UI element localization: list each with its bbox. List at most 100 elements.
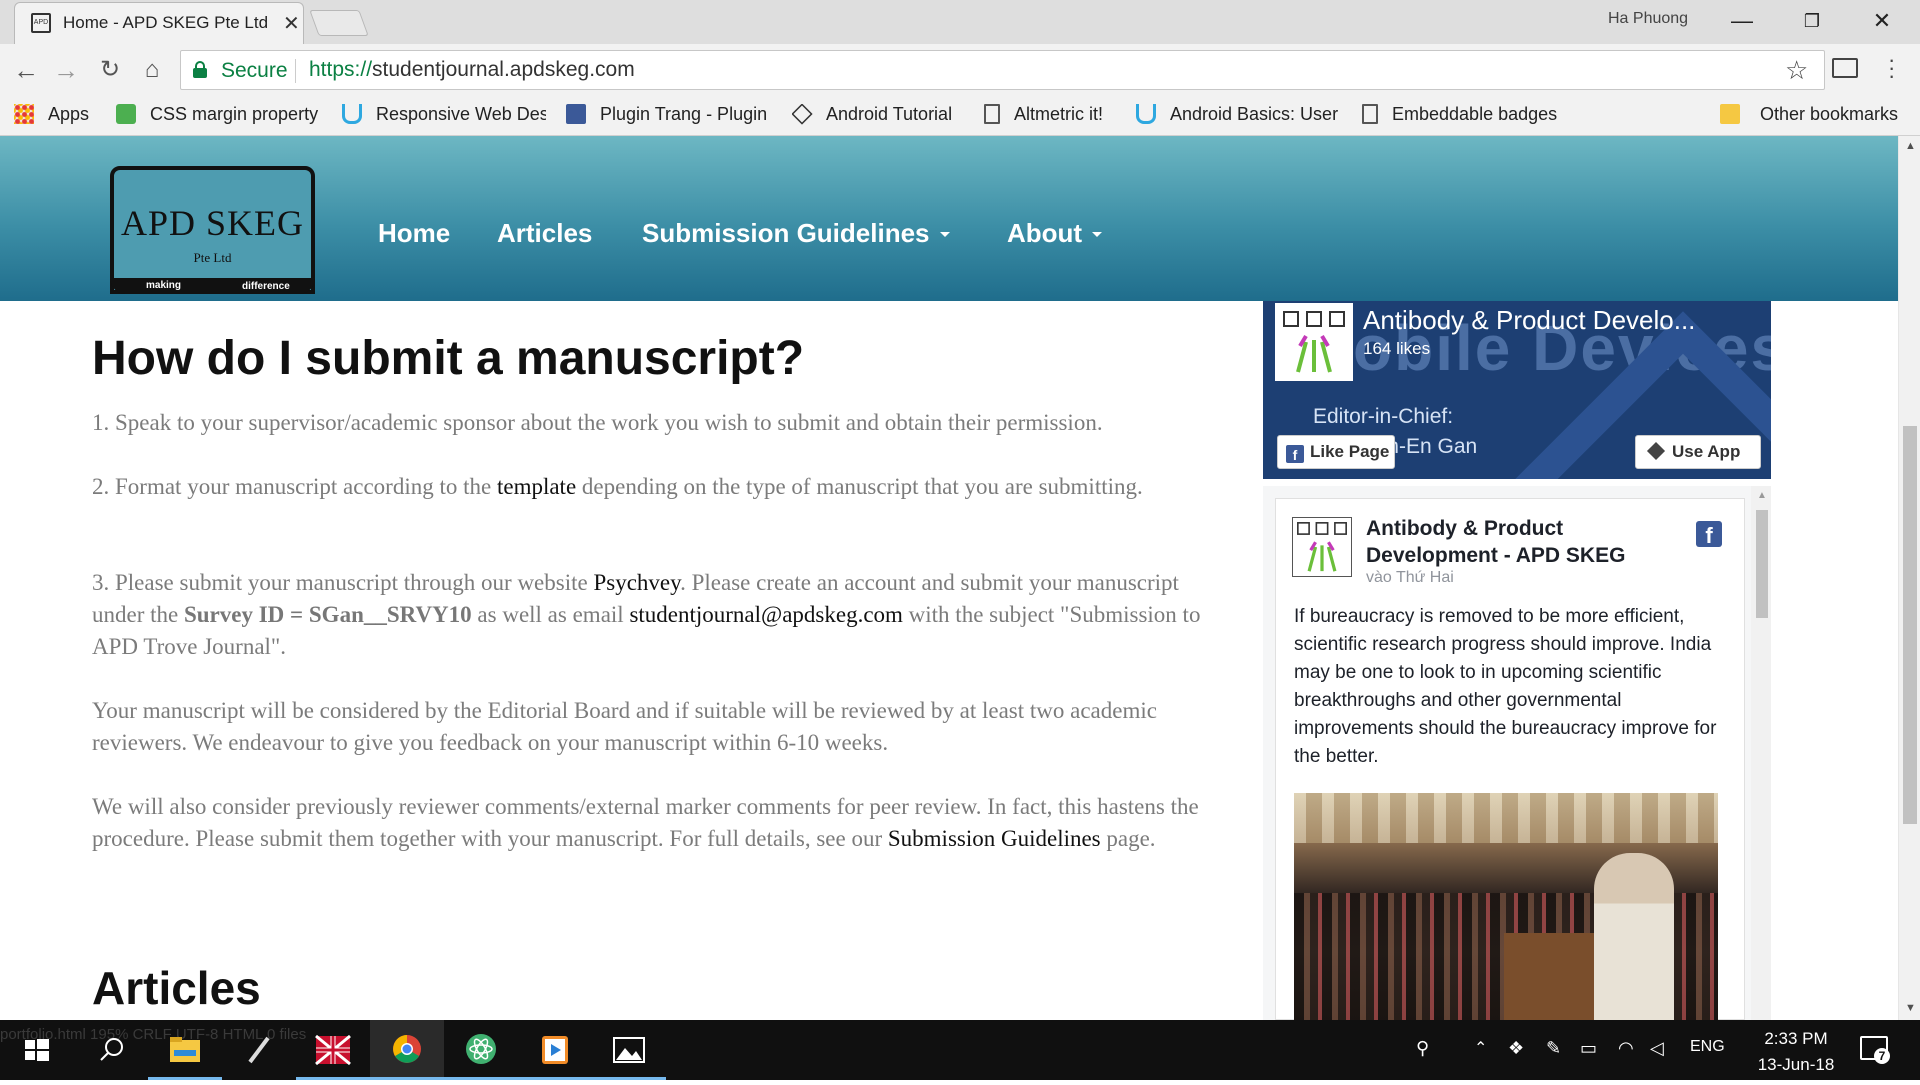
site-header: APD SKEG Pte Ltd making difference Home …: [0, 136, 1898, 301]
udacity-icon: [342, 104, 362, 124]
post-author[interactable]: Antibody & Product Development - APD SKE…: [1366, 515, 1696, 569]
post-photo[interactable]: [1294, 793, 1718, 1020]
post-avatar[interactable]: [1292, 517, 1352, 577]
facebook-icon: [566, 104, 586, 124]
search-icon[interactable]: [74, 1020, 148, 1080]
bookmark-plugin-trang[interactable]: Plugin Trang - Plugin: [566, 104, 770, 128]
people-icon[interactable]: ⚲: [1416, 1038, 1429, 1059]
review-text: Your manuscript will be considered by th…: [92, 698, 1157, 755]
back-icon[interactable]: ←: [8, 52, 44, 88]
facebook-page-name[interactable]: Antibody & Product Develo...: [1363, 305, 1695, 336]
restore-icon[interactable]: ❐: [1782, 4, 1842, 38]
scroll-up-icon[interactable]: ▲: [1757, 490, 1767, 501]
scroll-down-icon[interactable]: ▼: [1905, 1002, 1916, 1014]
notifications-icon[interactable]: 7: [1860, 1036, 1890, 1064]
page-icon: [1362, 104, 1378, 124]
like-page-button[interactable]: f Like Page: [1277, 435, 1395, 469]
translator-icon[interactable]: [296, 1020, 370, 1080]
scrollbar-thumb[interactable]: [1756, 510, 1768, 618]
battery-icon[interactable]: ▭: [1580, 1038, 1597, 1059]
photos-icon[interactable]: [592, 1020, 666, 1080]
address-bar[interactable]: Secure https://studentjournal.apdskeg.co…: [180, 50, 1825, 90]
submission-guidelines-link[interactable]: Submission Guidelines: [888, 826, 1101, 851]
bookmark-embeddable-badges[interactable]: Embeddable badges: [1362, 104, 1572, 128]
new-tab-button[interactable]: [309, 10, 369, 36]
nav-submission-guidelines[interactable]: Submission Guidelines: [642, 218, 950, 249]
bookmark-label: Embeddable badges: [1392, 104, 1558, 124]
bookmark-other[interactable]: Other bookmarks: [1720, 104, 1912, 128]
bookmark-android-tutorial[interactable]: Android Tutorial: [792, 104, 974, 128]
bookmark-label: Responsive Web Des: [376, 104, 546, 124]
bookmark-altmetric[interactable]: Altmetric it!: [984, 104, 1118, 128]
post-time[interactable]: vào Thứ Hai: [1366, 569, 1454, 587]
pen-icon[interactable]: ✎: [1546, 1038, 1561, 1059]
pen-tool-icon[interactable]: [222, 1020, 296, 1080]
page-scrollbar[interactable]: ▲ ▼: [1898, 136, 1920, 1020]
bookmark-android-basics[interactable]: Android Basics: User: [1136, 104, 1338, 128]
url-text[interactable]: https://studentjournal.apdskeg.com: [309, 58, 635, 82]
file-explorer-icon[interactable]: [148, 1020, 222, 1080]
email-link[interactable]: studentjournal@apdskeg.com: [629, 602, 902, 627]
profile-name[interactable]: Ha Phuong: [1608, 10, 1688, 28]
step-2-before: 2. Format your manuscript according to t…: [92, 474, 497, 499]
media-player-icon[interactable]: [518, 1020, 592, 1080]
chevron-down-icon: [939, 232, 950, 237]
nav-about[interactable]: About: [1007, 218, 1103, 249]
clock-time: 2:33 PM: [1764, 1029, 1828, 1048]
step-3-before: 3. Please submit your manuscript through…: [92, 570, 594, 595]
chevron-up-icon[interactable]: ⌃: [1474, 1038, 1487, 1058]
windows-taskbar: portfolio.html 195% CRLF UTF-8 HTML 0 fi…: [0, 1020, 1920, 1080]
browser-chrome: APD Home - APD SKEG Pte Ltd ✕ Ha Phuong …: [0, 0, 1920, 136]
bookmark-label: Other bookmarks: [1760, 104, 1899, 124]
app-cube-icon: [1646, 441, 1666, 461]
facebook-scrollbar[interactable]: ▲: [1751, 486, 1771, 1020]
dropbox-icon[interactable]: ❖: [1508, 1038, 1524, 1059]
scroll-up-icon[interactable]: ▲: [1905, 140, 1916, 152]
start-button[interactable]: [0, 1020, 74, 1080]
use-app-button[interactable]: Use App: [1635, 435, 1761, 469]
atom-editor-icon[interactable]: [444, 1020, 518, 1080]
forward-icon[interactable]: →: [48, 52, 84, 88]
use-app-label: Use App: [1672, 442, 1741, 461]
logo-word-left: making: [146, 280, 182, 291]
nav-home[interactable]: Home: [378, 218, 450, 249]
facebook-likes: 164 likes: [1363, 339, 1431, 358]
bookmark-star-icon[interactable]: ☆: [1785, 55, 1808, 86]
facebook-logo-icon[interactable]: f: [1696, 521, 1722, 548]
facebook-page-cover: obile Devices Antibody & Product Develo.…: [1263, 301, 1771, 479]
step-1-text: 1. Speak to your supervisor/academic spo…: [92, 410, 1103, 435]
bookmark-label: Plugin Trang - Plugin: [600, 104, 768, 124]
facebook-page-avatar[interactable]: [1275, 303, 1353, 381]
nav-articles[interactable]: Articles: [497, 218, 592, 249]
taskbar-clock[interactable]: 2:33 PM 13-Jun-18: [1748, 1026, 1844, 1078]
home-icon[interactable]: ⌂: [134, 52, 170, 88]
secure-label: Secure: [221, 59, 288, 82]
logo-word-right: difference: [242, 281, 290, 292]
volume-icon[interactable]: ◁: [1650, 1038, 1664, 1059]
close-tab-icon[interactable]: ✕: [283, 11, 300, 36]
minimize-icon[interactable]: —: [1712, 4, 1772, 38]
post-text: If bureaucracy is removed to be more eff…: [1294, 606, 1717, 767]
bookmark-css-margin[interactable]: CSS margin property: [116, 104, 326, 128]
menu-dots-icon[interactable]: · · ·: [1888, 49, 1895, 87]
template-link[interactable]: template: [497, 474, 576, 499]
chrome-icon[interactable]: [370, 1020, 444, 1080]
psychvey-link[interactable]: Psychvey: [593, 570, 680, 595]
editor-label: Editor-in-Chief:: [1313, 405, 1454, 428]
bookmark-label: Android Basics: User: [1170, 104, 1338, 124]
cast-icon[interactable]: [1832, 58, 1858, 78]
logo-sub: Pte Ltd: [193, 250, 232, 265]
reload-icon[interactable]: ↻: [92, 52, 128, 88]
browser-tab[interactable]: APD Home - APD SKEG Pte Ltd ✕: [14, 2, 304, 44]
apps-grid-icon: [14, 104, 34, 124]
bookmark-responsive-web[interactable]: Responsive Web Des: [342, 104, 546, 128]
close-window-icon[interactable]: ✕: [1852, 4, 1912, 38]
scrollbar-thumb[interactable]: [1903, 426, 1917, 824]
main-content: How do I submit a manuscript? 1. Speak t…: [92, 301, 1202, 1020]
bookmark-apps[interactable]: Apps: [14, 104, 104, 128]
site-logo[interactable]: APD SKEG Pte Ltd making difference: [110, 166, 315, 294]
wifi-icon[interactable]: ◠: [1618, 1038, 1634, 1059]
survey-id: Survey ID = SGan__SRVY10: [183, 602, 472, 627]
language-indicator[interactable]: ENG: [1690, 1038, 1725, 1056]
step-3-mid2: as well as email: [471, 602, 630, 627]
